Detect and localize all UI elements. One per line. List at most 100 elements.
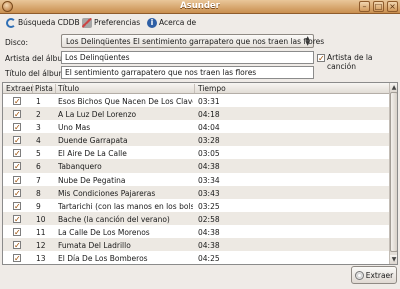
rip-track-checkbox[interactable]: ✓ bbox=[13, 241, 21, 250]
toolbar: Búsqueda CDDB Preferencias i Acerca de bbox=[0, 14, 400, 30]
about-label: Acerca de bbox=[159, 18, 197, 27]
table-row[interactable]: ✓ 6 Tabanquero 04:38 bbox=[3, 159, 389, 173]
about-button[interactable]: i Acerca de bbox=[147, 16, 196, 29]
track-time: 03:28 bbox=[198, 136, 220, 146]
track-title[interactable]: Fumata Del Ladrillo bbox=[58, 241, 193, 250]
track-number: 6 bbox=[36, 162, 41, 172]
track-table: Extraer Pista Título Tiempo ✓ 1 Esos Bicho… bbox=[2, 82, 398, 265]
track-time: 04:38 bbox=[198, 162, 220, 172]
table-row[interactable]: ✓ 3 Uno Mas 04:04 bbox=[3, 120, 389, 133]
table-row[interactable]: ✓ 8 Mis Condiciones Pajareras 03:43 bbox=[3, 185, 389, 199]
track-title[interactable]: Duende Garrapata bbox=[58, 136, 193, 145]
title-bar: Asunder – □ × bbox=[0, 0, 400, 14]
column-header-track[interactable]: Pista bbox=[35, 84, 53, 93]
track-artist-checkbox[interactable]: ✓ bbox=[317, 54, 325, 63]
track-time: 04:25 bbox=[198, 254, 220, 264]
track-time: 04:18 bbox=[198, 110, 220, 120]
disc-select-value: Los Delinqüentes El sentimiento garrapat… bbox=[66, 37, 325, 46]
column-separator bbox=[32, 84, 33, 93]
column-header-rip[interactable]: Extraer bbox=[6, 84, 34, 93]
rip-track-checkbox[interactable]: ✓ bbox=[13, 201, 21, 210]
table-row[interactable]: ✓ 2 A La Luz Del Lorenzo 04:18 bbox=[3, 107, 389, 121]
disc-label: Disco: bbox=[5, 38, 29, 47]
table-row[interactable]: ✓ 1 Esos Bichos Que Nacen De Los Claveles 0… bbox=[3, 94, 389, 107]
rip-track-checkbox[interactable]: ✓ bbox=[13, 188, 21, 197]
scrollbar-thumb[interactable] bbox=[390, 92, 397, 252]
preferences-button[interactable]: Preferencias bbox=[82, 16, 140, 29]
track-number: 13 bbox=[36, 254, 46, 264]
column-separator bbox=[194, 84, 195, 93]
track-list: ✓ 1 Esos Bichos Que Nacen De Los Claveles 0… bbox=[3, 94, 389, 264]
table-row[interactable]: ✓ 10 Bache (la canción del verano) 02:58 bbox=[3, 211, 389, 225]
track-title[interactable]: El Aire De La Calle bbox=[58, 149, 193, 158]
rip-track-checkbox[interactable]: ✓ bbox=[13, 162, 21, 171]
column-header-time[interactable]: Tiempo bbox=[198, 84, 226, 93]
cddb-lookup-label: Búsqueda CDDB bbox=[18, 18, 80, 27]
track-title[interactable]: El Día De Los Bomberos bbox=[58, 254, 193, 263]
track-number: 10 bbox=[36, 214, 46, 224]
table-row[interactable]: ✓ 5 El Aire De La Calle 03:05 bbox=[3, 146, 389, 159]
rip-button[interactable]: Extraer bbox=[351, 266, 397, 284]
track-number: 2 bbox=[36, 110, 41, 120]
track-number: 12 bbox=[36, 241, 46, 251]
album-title-input[interactable]: El sentimiento garrapatero que nos traen… bbox=[61, 66, 314, 79]
table-row[interactable]: ✓ 9 Tartarichi (con las manos en los bolsi… bbox=[3, 199, 389, 212]
rip-track-checkbox[interactable]: ✓ bbox=[13, 214, 21, 223]
close-icon[interactable]: × bbox=[387, 1, 398, 12]
track-number: 11 bbox=[36, 227, 46, 237]
track-time: 03:31 bbox=[198, 97, 220, 106]
track-title[interactable]: Nube De Pegatina bbox=[58, 176, 193, 185]
track-time: 03:05 bbox=[198, 149, 220, 159]
album-title-label: Título del álbum: bbox=[5, 69, 69, 78]
preferences-icon bbox=[82, 17, 92, 28]
track-number: 7 bbox=[36, 175, 41, 185]
track-artist-label: Artista de la canción bbox=[327, 53, 373, 71]
cddb-lookup-button[interactable]: Búsqueda CDDB bbox=[6, 16, 80, 29]
rip-track-checkbox[interactable]: ✓ bbox=[13, 149, 21, 158]
column-header-title[interactable]: Título bbox=[58, 84, 79, 93]
track-number: 5 bbox=[36, 149, 41, 159]
refresh-icon bbox=[6, 17, 16, 28]
album-artist-input[interactable]: Los Delinqüentes bbox=[61, 51, 314, 64]
track-title[interactable]: Bache (la canción del verano) bbox=[58, 215, 193, 224]
track-title[interactable]: Uno Mas bbox=[58, 123, 193, 132]
select-arrows-icon: ▲ ▼ bbox=[305, 35, 310, 47]
rip-track-checkbox[interactable]: ✓ bbox=[13, 227, 21, 236]
track-time: 02:58 bbox=[198, 214, 220, 224]
track-title[interactable]: La Calle De Los Morenos bbox=[58, 228, 193, 237]
rip-track-checkbox[interactable]: ✓ bbox=[13, 123, 21, 132]
track-title[interactable]: Esos Bichos Que Nacen De Los Claveles bbox=[58, 97, 193, 106]
track-title[interactable]: Mis Condiciones Pajareras bbox=[58, 189, 193, 198]
maximize-icon[interactable]: □ bbox=[373, 1, 384, 12]
table-row[interactable]: ✓ 11 La Calle De Los Morenos 04:38 bbox=[3, 225, 389, 238]
rip-track-checkbox[interactable]: ✓ bbox=[13, 254, 21, 263]
track-time: 03:43 bbox=[198, 188, 220, 198]
minimize-icon[interactable]: – bbox=[359, 1, 370, 12]
track-time: 03:25 bbox=[198, 201, 220, 211]
info-icon: i bbox=[147, 17, 157, 28]
rip-button-label: Extraer bbox=[365, 270, 394, 280]
rip-track-checkbox[interactable]: ✓ bbox=[13, 97, 21, 106]
track-title[interactable]: Tartarichi (con las manos en los bolsill… bbox=[58, 202, 193, 211]
disc-select[interactable]: Los Delinqüentes El sentimiento garrapat… bbox=[61, 34, 324, 48]
rip-track-checkbox[interactable]: ✓ bbox=[13, 136, 21, 145]
track-time: 04:38 bbox=[198, 227, 220, 237]
table-row[interactable]: ✓ 4 Duende Garrapata 03:28 bbox=[3, 133, 389, 147]
table-row[interactable]: ✓ 13 El Día De Los Bomberos 04:25 bbox=[3, 251, 389, 264]
rip-track-checkbox[interactable]: ✓ bbox=[13, 110, 21, 119]
track-number: 3 bbox=[36, 123, 41, 133]
vertical-scrollbar[interactable]: ▲ ▼ bbox=[389, 83, 397, 264]
track-title[interactable]: Tabanquero bbox=[58, 162, 193, 171]
track-number: 4 bbox=[36, 136, 41, 146]
track-number: 9 bbox=[36, 201, 41, 211]
table-row[interactable]: ✓ 12 Fumata Del Ladrillo 04:38 bbox=[3, 238, 389, 252]
window-title: Asunder bbox=[180, 1, 220, 11]
track-number: 1 bbox=[36, 97, 41, 106]
cd-icon bbox=[354, 270, 364, 280]
column-separator bbox=[55, 84, 56, 93]
scroll-down-icon[interactable]: ▼ bbox=[390, 255, 397, 264]
rip-track-checkbox[interactable]: ✓ bbox=[13, 175, 21, 184]
table-row[interactable]: ✓ 7 Nube De Pegatina 03:34 bbox=[3, 173, 389, 186]
track-title[interactable]: A La Luz Del Lorenzo bbox=[58, 110, 193, 119]
scroll-up-icon[interactable]: ▲ bbox=[390, 83, 397, 92]
